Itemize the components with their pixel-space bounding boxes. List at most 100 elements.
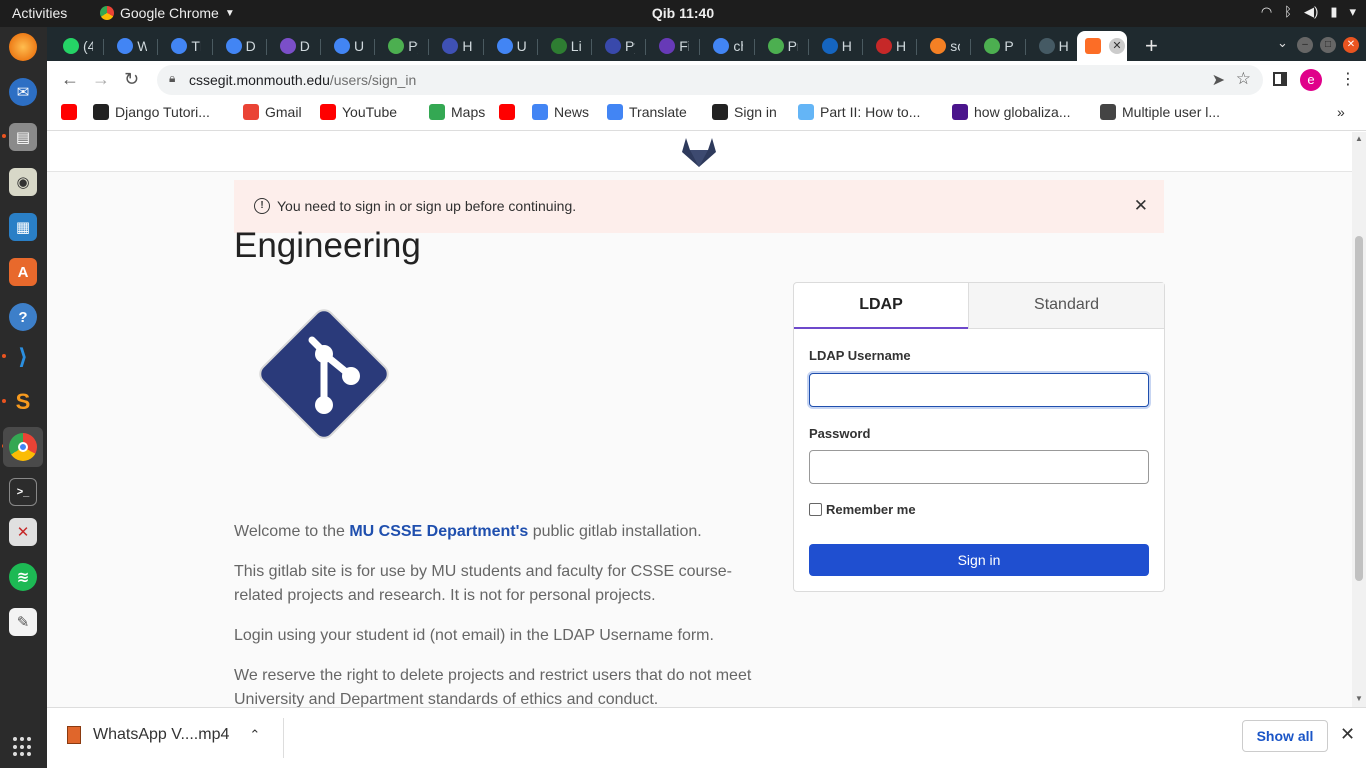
news-icon <box>532 104 548 120</box>
ldap-username-input[interactable] <box>809 373 1149 407</box>
tab-ldap[interactable]: LDAP <box>794 283 968 329</box>
bookmark-11[interactable]: Multiple user l... <box>1100 104 1220 120</box>
tab-separator <box>1024 39 1026 55</box>
bookmark-6[interactable]: News <box>532 104 589 120</box>
battery-icon: ▮ <box>1330 4 1338 19</box>
app-menu[interactable]: Google Chrome ▼ <box>100 5 235 21</box>
password-input[interactable] <box>809 450 1149 484</box>
tab-separator <box>753 39 755 55</box>
close-window-button[interactable]: ✕ <box>1343 37 1359 53</box>
tab-title: (4 <box>83 38 93 54</box>
software-center-icon[interactable]: A <box>9 258 37 286</box>
bookmark-10[interactable]: how globaliza... <box>952 104 1071 120</box>
more-bookmarks-icon[interactable]: » <box>1337 104 1345 120</box>
files-icon[interactable]: ▤ <box>9 123 37 151</box>
visual-studio-icon <box>279 38 296 54</box>
tab-title: Py <box>408 38 418 54</box>
tab-2[interactable]: Th <box>163 31 201 61</box>
tab-6[interactable]: Py <box>380 31 418 61</box>
chrome-menu-icon[interactable]: ⋮ <box>1340 69 1356 89</box>
url-text: cssegit.monmouth.edu/users/sign_in <box>189 72 417 88</box>
remember-me-checkbox[interactable] <box>809 503 822 516</box>
profile-avatar[interactable]: e <box>1300 69 1322 91</box>
rhythmbox-icon[interactable]: ◉ <box>9 168 37 196</box>
tab-0[interactable]: (4 <box>55 31 93 61</box>
bookmark-0[interactable] <box>61 104 77 120</box>
tab-10[interactable]: Py <box>597 31 635 61</box>
activities-button[interactable]: Activities <box>12 5 67 21</box>
download-item[interactable]: WhatsApp V....mp4 ⌃ <box>67 726 260 744</box>
tab-search-chevron-icon[interactable]: ⌄ <box>1277 35 1288 51</box>
scroll-up-arrow-icon[interactable]: ▲ <box>1355 134 1363 143</box>
show-all-downloads-button[interactable]: Show all <box>1242 720 1328 752</box>
bookmark-star-icon[interactable]: ☆ <box>1236 69 1251 89</box>
volume-icon: ◀) <box>1303 4 1319 19</box>
tab-8[interactable]: Us <box>489 31 527 61</box>
scrollbar-thumb[interactable] <box>1355 236 1363 581</box>
vscode-icon[interactable]: ⟩ <box>9 343 37 371</box>
bookmark-3[interactable]: YouTube <box>320 104 397 120</box>
firefox-icon[interactable] <box>9 33 37 61</box>
thunderbird-icon[interactable]: ✉ <box>9 78 37 106</box>
tab-separator <box>265 39 267 55</box>
tab-11[interactable]: Fi <box>651 31 689 61</box>
page-scrollbar[interactable]: ▲ ▼ <box>1352 132 1366 707</box>
bookmark-1[interactable]: Django Tutori... <box>93 104 210 120</box>
tab-strip: (4WThDeDeUsPyHcUsLiPyFichPrHcHcscPyHc ✕ … <box>47 27 1366 61</box>
sublime-text-icon[interactable]: S <box>9 388 37 416</box>
bookmark-5[interactable] <box>499 104 515 120</box>
reload-button[interactable]: ↻ <box>124 69 139 90</box>
chevron-up-icon[interactable]: ⌃ <box>249 727 260 743</box>
help-icon[interactable]: ? <box>9 303 37 331</box>
forward-button[interactable]: → <box>92 69 110 90</box>
text-editor-icon[interactable]: ✎ <box>9 608 37 636</box>
close-alert-button[interactable]: ✕ <box>1134 196 1148 216</box>
maximize-window-button[interactable]: □ <box>1320 37 1336 53</box>
minimize-window-button[interactable]: – <box>1297 37 1313 53</box>
tab-13[interactable]: Pr <box>760 31 798 61</box>
spotify-icon[interactable]: ≋ <box>9 563 37 591</box>
terminal-icon[interactable]: >_ <box>9 478 37 506</box>
tab-1[interactable]: W <box>109 31 147 61</box>
bookmark-9[interactable]: Part II: How to... <box>798 104 920 120</box>
tab-4[interactable]: De <box>272 31 310 61</box>
side-panel-icon[interactable] <box>1273 72 1287 86</box>
tab-18[interactable]: Hc <box>1031 31 1069 61</box>
tab-14[interactable]: Hc <box>814 31 852 61</box>
send-tab-icon[interactable]: ➤ <box>1212 70 1225 90</box>
settings-tool-icon[interactable]: ✕ <box>9 518 37 546</box>
libreoffice-writer-icon[interactable]: ▦ <box>9 213 37 241</box>
tab-12[interactable]: ch <box>705 31 743 61</box>
show-applications-icon[interactable] <box>13 737 33 757</box>
lock-icon[interactable]: 🔒︎ <box>169 71 175 86</box>
bookmark-2[interactable]: Gmail <box>243 104 302 120</box>
department-link[interactable]: MU CSSE Department's <box>349 523 528 540</box>
tab-standard[interactable]: Standard <box>968 283 1164 329</box>
close-tab-icon[interactable]: ✕ <box>1109 38 1125 54</box>
sign-in-button[interactable]: Sign in <box>809 544 1149 576</box>
tab-separator <box>916 39 918 55</box>
tab-15[interactable]: Hc <box>868 31 906 61</box>
back-button[interactable]: ← <box>61 69 79 90</box>
bookmark-7[interactable]: Translate <box>607 104 687 120</box>
tab-5[interactable]: Us <box>326 31 364 61</box>
scroll-down-arrow-icon[interactable]: ▼ <box>1355 694 1363 703</box>
site-icon <box>442 38 459 54</box>
close-download-bar-icon[interactable]: ✕ <box>1340 724 1355 745</box>
remember-me-label[interactable]: Remember me <box>826 502 916 517</box>
system-tray[interactable]: ◠ ᛒ ◀) ▮ ▾ <box>1261 4 1356 20</box>
tab-3[interactable]: De <box>218 31 256 61</box>
tab-7[interactable]: Hc <box>434 31 472 61</box>
address-bar[interactable]: 🔒︎ cssegit.monmouth.edu/users/sign_in ➤ … <box>157 65 1263 95</box>
tab-16[interactable]: sc <box>922 31 960 61</box>
power-menu-icon: ▾ <box>1349 4 1356 19</box>
tab-17[interactable]: Py <box>976 31 1014 61</box>
tab-active[interactable]: ✕ <box>1077 31 1127 61</box>
bookmark-label: how globaliza... <box>974 104 1071 120</box>
bookmark-8[interactable]: Sign in <box>712 104 777 120</box>
gitlab-logo-icon[interactable] <box>681 134 717 168</box>
bookmark-4[interactable]: Maps <box>429 104 485 120</box>
new-tab-button[interactable]: + <box>1145 33 1158 59</box>
chrome-icon[interactable] <box>9 433 37 461</box>
tab-9[interactable]: Li <box>543 31 581 61</box>
